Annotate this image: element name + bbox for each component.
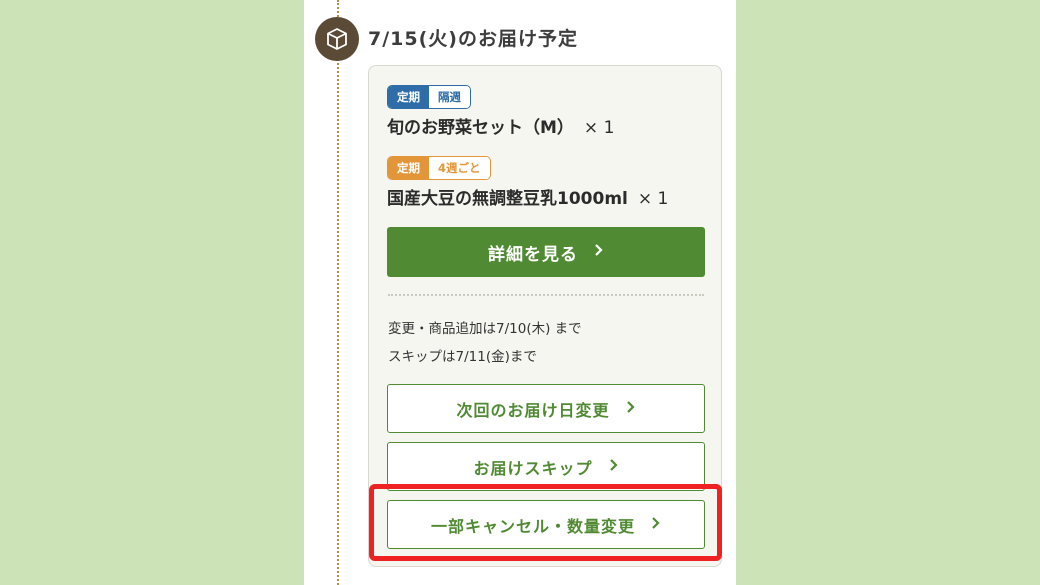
chevron-right-icon [609, 457, 619, 476]
tag-type: 定期 [388, 86, 429, 108]
product-item: 旬のお野菜セット（M） × 1 [387, 113, 614, 138]
tag-type: 定期 [388, 157, 429, 179]
product-name: 国産大豆の無調整豆乳1000ml [387, 189, 628, 209]
tag-frequency: 隔週 [429, 86, 470, 108]
product-name: 旬のお野菜セット（M） [387, 118, 574, 138]
skip-delivery-label: お届けスキップ [473, 458, 593, 478]
product-quantity: × 1 [583, 118, 615, 138]
change-deadline-text: 変更・商品追加は7/10(木) まで [388, 321, 582, 337]
divider [388, 294, 704, 296]
change-delivery-date-button[interactable]: 次回のお届け日変更 [387, 384, 705, 433]
view-details-label: 詳細を見る [488, 244, 578, 265]
tag-frequency: 4週ごと [429, 157, 490, 179]
product-quantity: × 1 [637, 189, 669, 209]
skip-deadline-text: スキップは7/11(金)まで [388, 349, 537, 365]
chevron-right-icon [626, 399, 636, 418]
product-item: 国産大豆の無調整豆乳1000ml × 1 [387, 184, 668, 209]
highlight-box [369, 484, 722, 561]
timeline-line [337, 0, 339, 585]
view-details-button[interactable]: 詳細を見る [387, 227, 705, 277]
chevron-right-icon [594, 242, 604, 262]
change-delivery-date-label: 次回のお届け日変更 [456, 400, 610, 420]
subscription-tag: 定期 4週ごと [387, 156, 491, 180]
delivery-date-title: 7/15(火)のお届け予定 [368, 28, 578, 50]
package-icon [315, 17, 359, 61]
subscription-tag: 定期 隔週 [387, 85, 471, 109]
